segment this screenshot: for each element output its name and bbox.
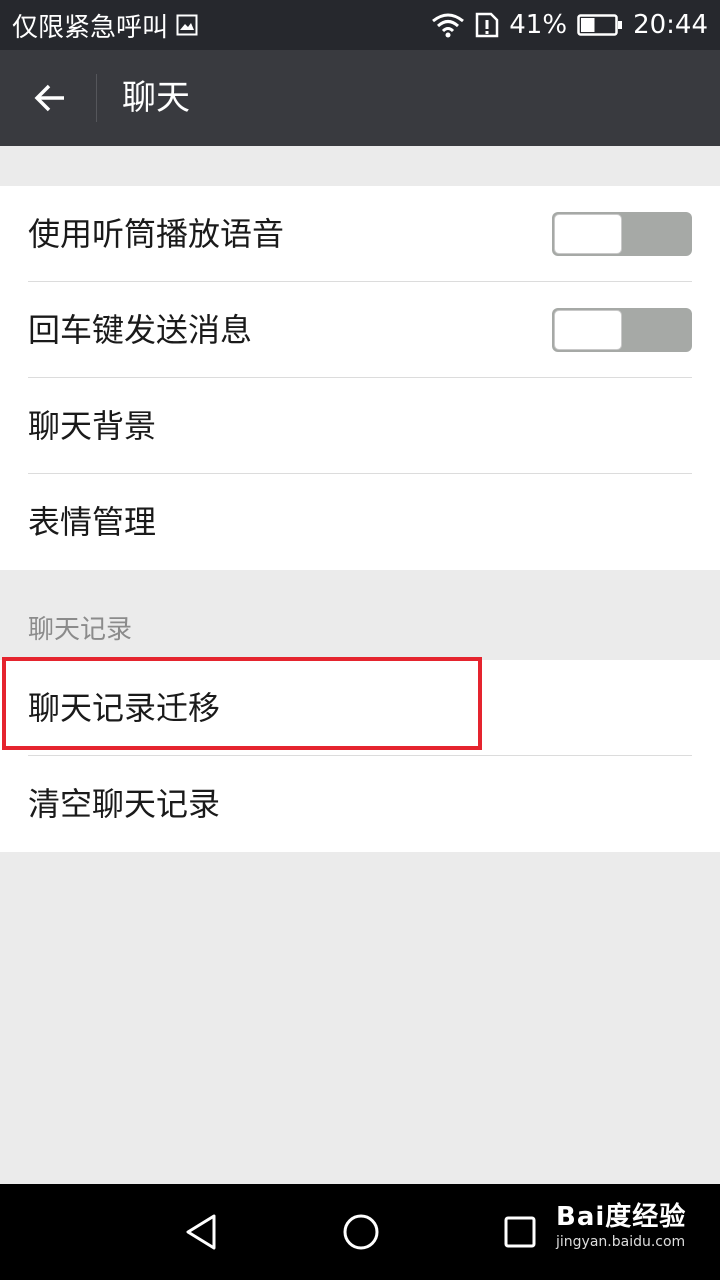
- setting-label: 聊天记录迁移: [28, 689, 221, 727]
- watermark-brand: Bai度经验: [556, 1202, 687, 1232]
- earpiece-toggle[interactable]: [552, 212, 692, 256]
- recents-square-icon: [504, 1216, 536, 1248]
- status-bar: 仅限紧急呼叫 41% 20:44: [0, 0, 720, 50]
- image-icon: [176, 14, 198, 36]
- toggle-knob: [554, 214, 622, 254]
- setting-label: 清空聊天记录: [28, 785, 221, 823]
- home-circle-icon: [343, 1214, 379, 1250]
- baidu-jingyan-watermark: Bai度经验 jingyan.baidu.com: [556, 1202, 716, 1252]
- battery-percent: 41%: [509, 10, 568, 40]
- clock: 20:44: [633, 10, 708, 40]
- setting-chat-background[interactable]: 聊天背景: [0, 378, 720, 474]
- toggle-knob: [554, 310, 622, 350]
- general-settings-list: 使用听筒播放语音 回车键发送消息 聊天背景 表情管理: [0, 186, 720, 570]
- section-header-chat-history: 聊天记录: [28, 615, 133, 645]
- battery-icon: [577, 13, 623, 37]
- status-left: 仅限紧急呼叫: [12, 0, 198, 50]
- setting-earpiece-playback[interactable]: 使用听筒播放语音: [0, 186, 720, 282]
- setting-label: 回车键发送消息: [28, 311, 253, 349]
- watermark-url: jingyan.baidu.com: [556, 1234, 686, 1250]
- nav-home-button[interactable]: [331, 1202, 391, 1262]
- app-bar: 聊天: [0, 50, 720, 146]
- nav-back-button[interactable]: [172, 1202, 232, 1262]
- setting-clear-chat-history[interactable]: 清空聊天记录: [0, 756, 720, 852]
- sim-alert-icon: [475, 12, 499, 38]
- wifi-icon: [431, 12, 465, 38]
- nav-recents-button[interactable]: [490, 1202, 550, 1262]
- setting-label: 使用听筒播放语音: [28, 215, 285, 253]
- app-bar-divider: [96, 74, 97, 122]
- arrow-left-icon: [34, 84, 64, 112]
- chat-history-list: 聊天记录迁移 清空聊天记录: [0, 660, 720, 852]
- page-title: 聊天: [122, 78, 190, 118]
- navigation-bar: Bai度经验 jingyan.baidu.com: [0, 1184, 720, 1280]
- back-triangle-icon: [186, 1214, 216, 1250]
- setting-enter-to-send[interactable]: 回车键发送消息: [0, 282, 720, 378]
- setting-migrate-chat-history[interactable]: 聊天记录迁移: [0, 660, 720, 756]
- back-button[interactable]: [20, 68, 80, 128]
- carrier-text: 仅限紧急呼叫: [12, 12, 169, 43]
- enter-send-toggle[interactable]: [552, 308, 692, 352]
- status-right: 41% 20:44: [431, 0, 708, 50]
- setting-label: 表情管理: [28, 503, 157, 541]
- setting-sticker-management[interactable]: 表情管理: [0, 474, 720, 570]
- setting-label: 聊天背景: [28, 407, 157, 445]
